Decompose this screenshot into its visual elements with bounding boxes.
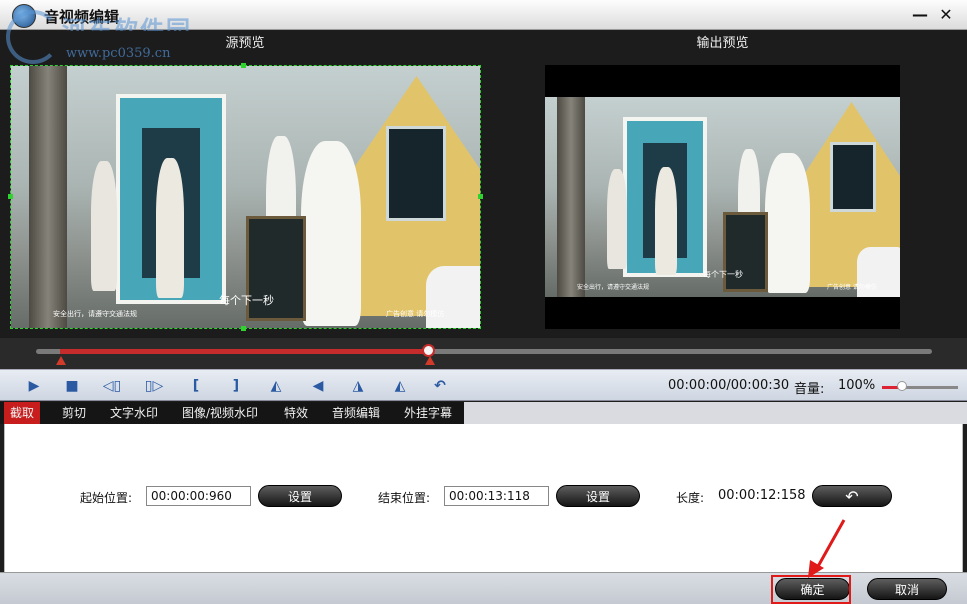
length-label: 长度: [676, 491, 705, 505]
tab-5[interactable]: 音频编辑 [326, 402, 386, 424]
volume-label: 音量: [794, 382, 825, 397]
minimize-button[interactable]: — [910, 5, 930, 25]
end-set-button[interactable]: 设置 [556, 485, 640, 507]
crop-handle-left[interactable] [8, 194, 13, 199]
reset-icon[interactable]: ↶ [812, 485, 892, 507]
trim-end-marker[interactable] [425, 356, 435, 365]
undo-icon[interactable]: ↶ [430, 376, 450, 396]
tab-strip-filler [464, 402, 967, 424]
start-position-input[interactable] [146, 486, 251, 506]
scene-person [301, 141, 361, 326]
tab-3[interactable]: 图像/视频水印 [176, 402, 264, 424]
timeline [0, 338, 967, 369]
set-start-icon[interactable]: [ [186, 376, 206, 396]
scene-person [156, 158, 184, 298]
start-position-label: 起始位置: [80, 491, 133, 505]
scene-tree [29, 66, 67, 328]
prev-frame-icon[interactable]: ◁▯ [102, 376, 122, 396]
title-bar: 音视频编辑 河东软件园 — ✕ [0, 0, 967, 44]
source-preview-video[interactable]: 每个下一秒 安全出行，请遵守交通法规 广告创意 请勿模仿 [10, 65, 481, 329]
source-subtitle: 每个下一秒 [219, 294, 274, 307]
source-caption-right: 广告创意 请勿模仿 [386, 310, 445, 318]
trim-start-marker[interactable] [56, 356, 66, 365]
flip-vertical-icon[interactable]: ◭ [266, 376, 286, 396]
timeline-selected-range [60, 349, 428, 354]
stop-icon[interactable]: ■ [62, 376, 82, 396]
rotate-left-icon[interactable]: ◮ [348, 376, 368, 396]
crop-handle-top[interactable] [241, 63, 246, 68]
scene-window [830, 142, 876, 212]
source-video-frame: 每个下一秒 安全出行，请遵守交通法规 广告创意 请勿模仿 [11, 66, 480, 328]
play-icon[interactable]: ▶ [24, 376, 44, 396]
watermark-url: www.pc0359.cn [66, 46, 171, 61]
scene-car [426, 266, 480, 328]
playhead-handle[interactable] [422, 344, 435, 357]
scene-person [765, 153, 810, 293]
source-caption-left: 安全出行，请遵守交通法规 [53, 310, 137, 318]
end-position-label: 结束位置: [378, 491, 431, 505]
length-value: 00:00:12:158 [718, 488, 806, 503]
output-preview-video: 每个下一秒 安全出行，请遵守交通法规 广告创意 请勿模仿 [545, 65, 900, 329]
close-button[interactable]: ✕ [936, 5, 956, 25]
output-caption-right: 广告创意 请勿模仿 [827, 284, 877, 291]
tab-2[interactable]: 文字水印 [104, 402, 164, 424]
scene-window [386, 126, 446, 221]
scene-person [607, 169, 627, 269]
rotate-right-icon[interactable]: ◭ [390, 376, 410, 396]
tab-4[interactable]: 特效 [278, 402, 314, 424]
output-preview-label: 输出预览 [696, 36, 749, 51]
tab-0[interactable]: 截取 [4, 402, 41, 424]
cancel-button[interactable]: 取消 [867, 578, 947, 600]
end-position-input[interactable] [444, 486, 549, 506]
playback-toolbar: ▶ ■ ◁▯ ▯▷ [] ◭ ◀ ◮ ◭ ↶ 00:00:00/00:00:30 音量: 100% [0, 369, 967, 401]
watermark-logo-icon [6, 10, 60, 64]
output-video-frame: 每个下一秒 安全出行，请遵守交通法规 广告创意 请勿模仿 [545, 97, 900, 297]
time-readout: 00:00:00/00:00:30 [668, 378, 790, 393]
crop-handle-bottom[interactable] [241, 326, 246, 331]
scene-chalkboard [723, 212, 768, 292]
output-subtitle: 每个下一秒 [703, 270, 743, 279]
scene-person [91, 161, 117, 291]
annotation-arrow-icon [808, 519, 846, 578]
tab-6[interactable]: 外挂字幕 [398, 402, 458, 424]
scene-person [655, 167, 677, 275]
tab-1[interactable]: 剪切 [56, 402, 92, 424]
volume-slider-handle[interactable] [897, 381, 907, 391]
start-set-button[interactable]: 设置 [258, 485, 342, 507]
next-frame-icon[interactable]: ▯▷ [144, 376, 164, 396]
crop-handle-right[interactable] [478, 194, 483, 199]
output-caption-left: 安全出行，请遵守交通法规 [577, 284, 650, 291]
scene-tree [557, 97, 585, 297]
flip-horizontal-icon[interactable]: ◀ [308, 376, 328, 396]
volume-value: 100% [838, 378, 876, 393]
set-end-icon[interactable]: ] [226, 376, 246, 396]
